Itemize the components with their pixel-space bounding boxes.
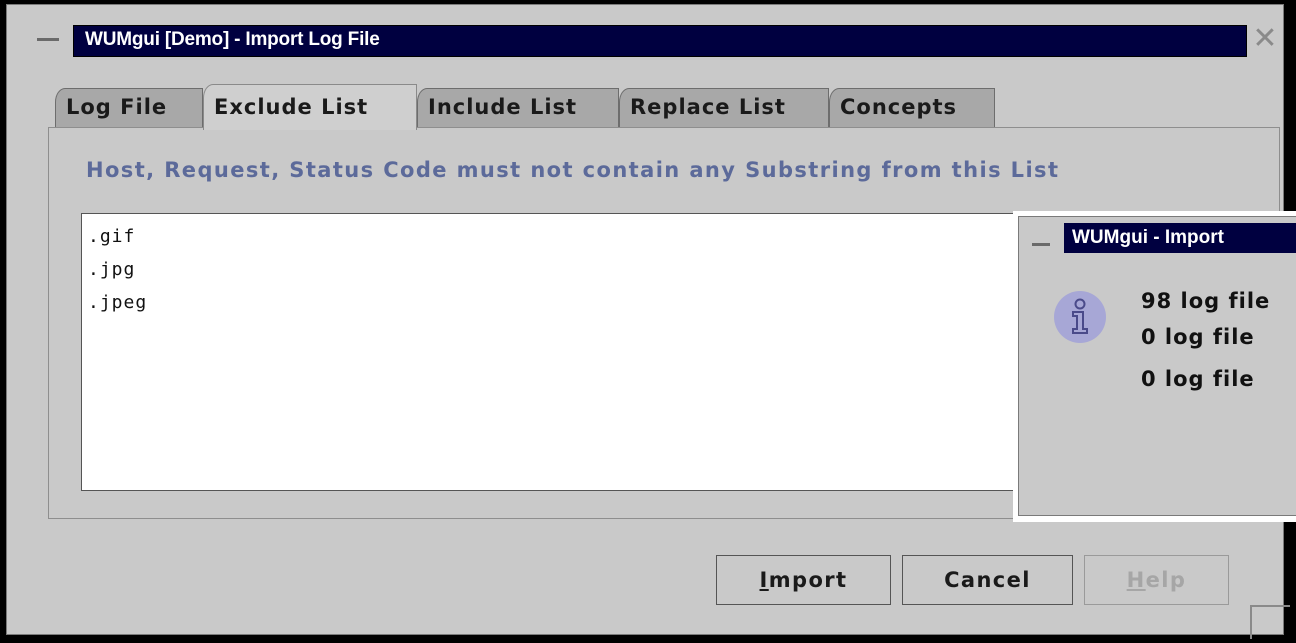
help-mnemonic: H (1126, 568, 1146, 592)
tab-label: Exclude List (214, 95, 369, 119)
dialog-line: 0 log file (1141, 325, 1255, 349)
dialog-menu-icon[interactable] (1032, 243, 1050, 246)
cancel-label: Cancel (944, 568, 1031, 592)
help-button[interactable]: Help (1084, 555, 1229, 605)
tab-replace-list[interactable]: Replace List (619, 88, 829, 128)
tab-exclude-list[interactable]: Exclude List (203, 84, 417, 130)
window-menu-icon[interactable] (37, 38, 59, 41)
info-icon (1054, 291, 1106, 343)
tab-include-list[interactable]: Include List (417, 88, 619, 128)
import-info-dialog: WUMgui - Import 98 log file 0 log file 0… (1013, 211, 1296, 522)
import-label-rest: mport (768, 568, 848, 592)
resize-handle[interactable] (1250, 605, 1290, 639)
help-label-rest: elp (1145, 568, 1187, 592)
dialog-line: 98 log file (1141, 289, 1271, 313)
tab-label: Include List (428, 95, 578, 119)
import-button[interactable]: Import (716, 555, 891, 605)
dialog-body (1018, 216, 1296, 516)
window-title: WUMgui [Demo] - Import Log File (85, 29, 380, 50)
exclude-description: Host, Request, Status Code must not cont… (86, 158, 1060, 182)
dialog-line: 0 log file (1141, 367, 1255, 391)
tab-concepts[interactable]: Concepts (829, 88, 995, 128)
import-mnemonic: I (759, 568, 769, 592)
cancel-button[interactable]: Cancel (902, 555, 1073, 605)
tab-log-file[interactable]: Log File (55, 88, 203, 128)
tab-label: Replace List (630, 95, 786, 119)
close-icon[interactable]: ✕ (1252, 24, 1278, 54)
dialog-title: WUMgui - Import (1072, 227, 1224, 248)
tab-label: Concepts (840, 95, 958, 119)
tab-label: Log File (66, 95, 168, 119)
